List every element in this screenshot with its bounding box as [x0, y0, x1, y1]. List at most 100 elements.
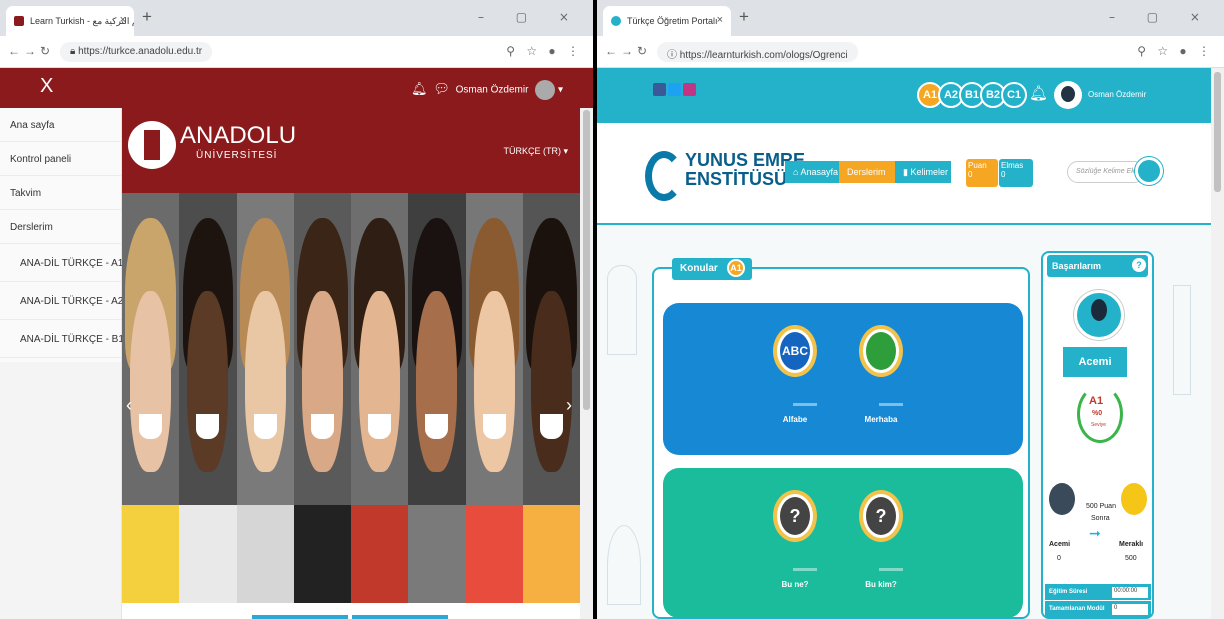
- site-header: ANADOLU ÜNİVERSİTESİ TÜRKÇE (TR) ▾: [122, 108, 580, 193]
- topic-progress-bar: [879, 403, 903, 406]
- bell-icon[interactable]: 🔔︎: [1029, 84, 1048, 102]
- topic-label[interactable]: Alfabe: [765, 415, 825, 424]
- sidebar-item[interactable]: ANA-DİL TÜRKÇE - A1: [0, 244, 123, 282]
- site-top-bar: X 🔔︎ 💬︎ Osman Özdemir ▾: [0, 68, 593, 108]
- topic-0-0-icon[interactable]: ABC: [773, 325, 817, 377]
- address-bar-row: ← → ↻ ⓘ https://learnturkish.com/ologs/O…: [597, 36, 1224, 68]
- topic-0-1-icon[interactable]: [859, 325, 903, 377]
- bottom-strip: [122, 603, 580, 619]
- topic-label[interactable]: Bu kim?: [851, 580, 911, 589]
- browser-actions[interactable]: ⚲ ☆ ● ⋮: [1137, 44, 1214, 58]
- new-tab-icon[interactable]: +: [739, 7, 749, 27]
- sidebar: Ana sayfa Kontrol paneli Takvim Derslerim AN…: [0, 108, 124, 362]
- bell-icon[interactable]: 🔔︎: [411, 81, 428, 96]
- sidebar-item[interactable]: Ana sayfa: [0, 108, 121, 142]
- window-controls[interactable]: – ▢ ×: [1109, 10, 1214, 24]
- face-photo-segment: [293, 193, 351, 603]
- topic-1-0-icon[interactable]: ?: [773, 490, 817, 542]
- window-controls[interactable]: – ▢ ×: [478, 10, 583, 24]
- topic-progress-bar: [879, 568, 903, 571]
- sidebar-empty: [0, 362, 122, 619]
- address-bar-row: ← → ↻ 🔒︎ https://turkce.anadolu.edu.tr ⚲…: [0, 36, 593, 68]
- tab-title: Learn Turkish - تعلم التركية مع...: [30, 16, 134, 26]
- sidebar-item[interactable]: Derslerim: [0, 210, 121, 244]
- rank-avatar: [1074, 290, 1124, 340]
- hero-photo: [122, 193, 580, 603]
- browser-tab[interactable]: Learn Turkish - تعلم التركية مع... ×: [6, 6, 134, 36]
- current-rank-points: 0: [1057, 555, 1061, 562]
- next-points-text: 500 Puan: [1086, 503, 1116, 510]
- close-tab-icon[interactable]: ×: [717, 14, 723, 26]
- topic-glyph: ?: [866, 497, 896, 535]
- topic-label[interactable]: Bu ne?: [765, 580, 825, 589]
- topic-1-1-icon[interactable]: ?: [859, 490, 903, 542]
- trophy-icon[interactable]: ?: [1132, 258, 1146, 272]
- topic-glyph: ABC: [780, 332, 810, 370]
- info-icon: ⓘ: [667, 50, 680, 61]
- right-browser-window: Türkçe Öğretim Portalı × + – ▢ × ← → ↻ ⓘ…: [597, 0, 1224, 619]
- favicon-icon: [611, 16, 621, 26]
- back-icon[interactable]: ←: [8, 44, 20, 58]
- close-tab-icon[interactable]: ×: [120, 14, 126, 26]
- sidebar-item[interactable]: ANA-DİL TÜRKÇE - B1: [0, 320, 124, 358]
- url-field[interactable]: 🔒︎ https://turkce.anadolu.edu.tr: [60, 42, 213, 62]
- brand-subtitle: ÜNİVERSİTESİ: [196, 150, 278, 161]
- wreath-note: Seviye: [1091, 422, 1107, 428]
- face-photo-segment: [465, 193, 523, 603]
- tab-bar: Learn Turkish - تعلم التركية مع... × + –…: [0, 0, 593, 36]
- user-menu[interactable]: 🔔︎ 💬︎ Osman Özdemir ▾: [411, 80, 563, 100]
- sidebar-item[interactable]: ANA-DİL TÜRKÇE - A2: [0, 282, 123, 320]
- sidebar-item[interactable]: Takvim: [0, 176, 121, 210]
- logo-line2: ENSTİTÜSÜ: [685, 169, 788, 189]
- points-badge: Puan 0: [966, 159, 998, 187]
- breadcrumb-derslerim[interactable]: Derslerim: [839, 161, 895, 183]
- twitter-icon[interactable]: [668, 83, 681, 96]
- instagram-icon[interactable]: [683, 83, 696, 96]
- yunus-emre-logo: [645, 151, 683, 201]
- scrollbar[interactable]: [1211, 68, 1224, 619]
- chevron-left-icon[interactable]: ‹: [126, 395, 132, 416]
- face-photo-segment: [179, 193, 237, 603]
- level-button-c1[interactable]: C1: [1001, 82, 1027, 108]
- training-time-row: 00:00:00 Eğitim Süresi: [1045, 584, 1151, 600]
- next-rank-points: 500: [1125, 555, 1137, 562]
- browser-tab[interactable]: Türkçe Öğretim Portalı ×: [603, 6, 731, 36]
- tab-title: Türkçe Öğretim Portalı: [627, 16, 718, 26]
- breadcrumb-kelimeler[interactable]: ▮ Kelimeler: [895, 161, 951, 183]
- forward-icon[interactable]: →: [621, 44, 633, 58]
- new-tab-icon[interactable]: +: [142, 7, 152, 27]
- breadcrumb-anasayfa[interactable]: ⌂ Anasayfa: [785, 161, 839, 183]
- chevron-right-icon[interactable]: ›: [566, 395, 572, 416]
- reload-icon[interactable]: ↻: [637, 44, 647, 58]
- lock-icon: 🔒︎: [70, 46, 79, 57]
- main-content: Konular A1 ABC Alfabe Merhaba? Bu ne?? Bu ki…: [597, 225, 1211, 619]
- url-text: https://turkce.anadolu.edu.tr: [78, 46, 203, 57]
- wreath-level: A1: [1089, 395, 1104, 407]
- browser-actions[interactable]: ⚲ ☆ ● ⋮: [506, 44, 583, 58]
- topic-glyph: ?: [780, 497, 810, 535]
- brand-title: ANADOLU: [180, 122, 297, 149]
- reload-icon[interactable]: ↻: [40, 44, 50, 58]
- avatar[interactable]: [1054, 81, 1082, 109]
- topic-label[interactable]: Merhaba: [851, 415, 911, 424]
- favicon-icon: [14, 16, 24, 26]
- next-points-text-2: Sonra: [1091, 515, 1110, 522]
- face-photo-segment: [408, 193, 466, 603]
- scrollbar[interactable]: [580, 108, 593, 619]
- language-selector[interactable]: TÜRKÇE (TR) ▾: [503, 146, 568, 157]
- topic-card: ABC Alfabe Merhaba: [663, 303, 1023, 455]
- chat-icon[interactable]: 💬︎: [433, 81, 450, 96]
- back-icon[interactable]: ←: [605, 44, 617, 58]
- user-name: Osman Özdemir: [1088, 90, 1147, 99]
- url-field[interactable]: ⓘ https://learnturkish.com/ologs/Ogrenci: [657, 42, 858, 62]
- close-menu-button[interactable]: X: [40, 75, 53, 98]
- site-top-bar: A1 A2 B1 B2 C1 🔔︎ Osman Özdemir: [597, 68, 1211, 123]
- forward-icon[interactable]: →: [24, 44, 36, 58]
- topic-card: ? Bu ne?? Bu kim?: [663, 468, 1023, 618]
- sidebar-item[interactable]: Kontrol paneli: [0, 142, 121, 176]
- tower-sketch: [1173, 285, 1191, 395]
- dictionary-search-input[interactable]: Sözlüğe Kelime Ekle: [1067, 161, 1145, 183]
- facebook-icon[interactable]: [653, 83, 666, 96]
- dictionary-search-button[interactable]: [1135, 157, 1163, 185]
- next-rank-label: Meraklı: [1119, 541, 1144, 548]
